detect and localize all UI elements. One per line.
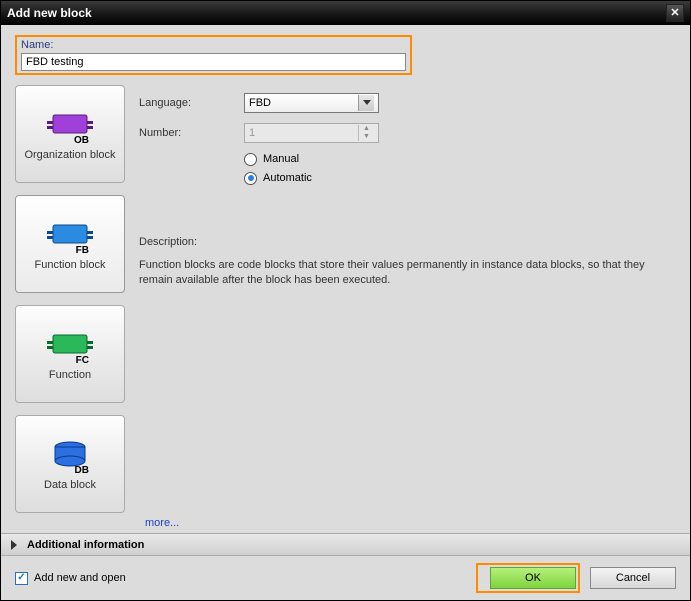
- titlebar: Add new block ✕: [1, 1, 690, 25]
- add-new-block-dialog: Add new block ✕ Name:: [0, 0, 691, 601]
- automatic-label: Automatic: [263, 172, 312, 184]
- number-value: 1: [249, 127, 255, 139]
- fb-icon: FB: [45, 215, 95, 255]
- svg-text:FB: FB: [76, 245, 89, 255]
- close-button[interactable]: ✕: [666, 4, 684, 22]
- block-label: Function: [49, 369, 91, 382]
- block-type-db[interactable]: DB Data block: [15, 415, 125, 513]
- add-new-and-open-label: Add new and open: [34, 572, 126, 584]
- content-area: Name: OB Organization block: [1, 25, 690, 533]
- block-label: Data block: [44, 479, 96, 492]
- number-spinner: 1 ▲▼: [244, 123, 379, 143]
- cancel-button[interactable]: Cancel: [590, 567, 676, 589]
- block-type-ob[interactable]: OB Organization block: [15, 85, 125, 183]
- description-label: Description:: [139, 236, 676, 248]
- automatic-radio[interactable]: [244, 172, 257, 185]
- additional-information-label: Additional information: [27, 539, 144, 551]
- add-new-and-open-checkbox[interactable]: [15, 572, 28, 585]
- close-icon: ✕: [670, 6, 679, 19]
- chevron-right-icon: [7, 538, 21, 552]
- dialog-title: Add new block: [7, 6, 666, 20]
- chevron-down-icon: [358, 95, 374, 111]
- language-value: FBD: [249, 97, 358, 109]
- name-input[interactable]: [21, 53, 406, 71]
- db-icon: DB: [45, 435, 95, 475]
- dialog-footer: Add new and open OK Cancel: [1, 556, 690, 600]
- block-label: Organization block: [24, 149, 115, 162]
- fc-icon: FC: [45, 325, 95, 365]
- block-type-fb[interactable]: FB Function block: [15, 195, 125, 293]
- svg-text:OB: OB: [74, 135, 89, 145]
- block-type-list: OB Organization block FB Function block: [15, 85, 125, 513]
- manual-radio[interactable]: [244, 153, 257, 166]
- name-label: Name:: [21, 39, 406, 51]
- spinner-arrows-icon: ▲▼: [358, 125, 374, 141]
- ok-button[interactable]: OK: [490, 567, 576, 589]
- language-label: Language:: [139, 97, 244, 109]
- language-dropdown[interactable]: FBD: [244, 93, 379, 113]
- svg-text:DB: DB: [75, 465, 89, 475]
- ob-icon: OB: [45, 105, 95, 145]
- description-text: Function blocks are code blocks that sto…: [139, 258, 676, 289]
- block-label: Function block: [35, 259, 106, 272]
- block-type-fc[interactable]: FC Function: [15, 305, 125, 403]
- manual-label: Manual: [263, 153, 299, 165]
- additional-information-toggle[interactable]: Additional information: [1, 533, 690, 557]
- block-settings: Language: FBD Number: 1 ▲▼: [139, 85, 676, 513]
- number-label: Number:: [139, 127, 244, 139]
- svg-text:FC: FC: [76, 355, 89, 365]
- more-link[interactable]: more...: [145, 517, 179, 529]
